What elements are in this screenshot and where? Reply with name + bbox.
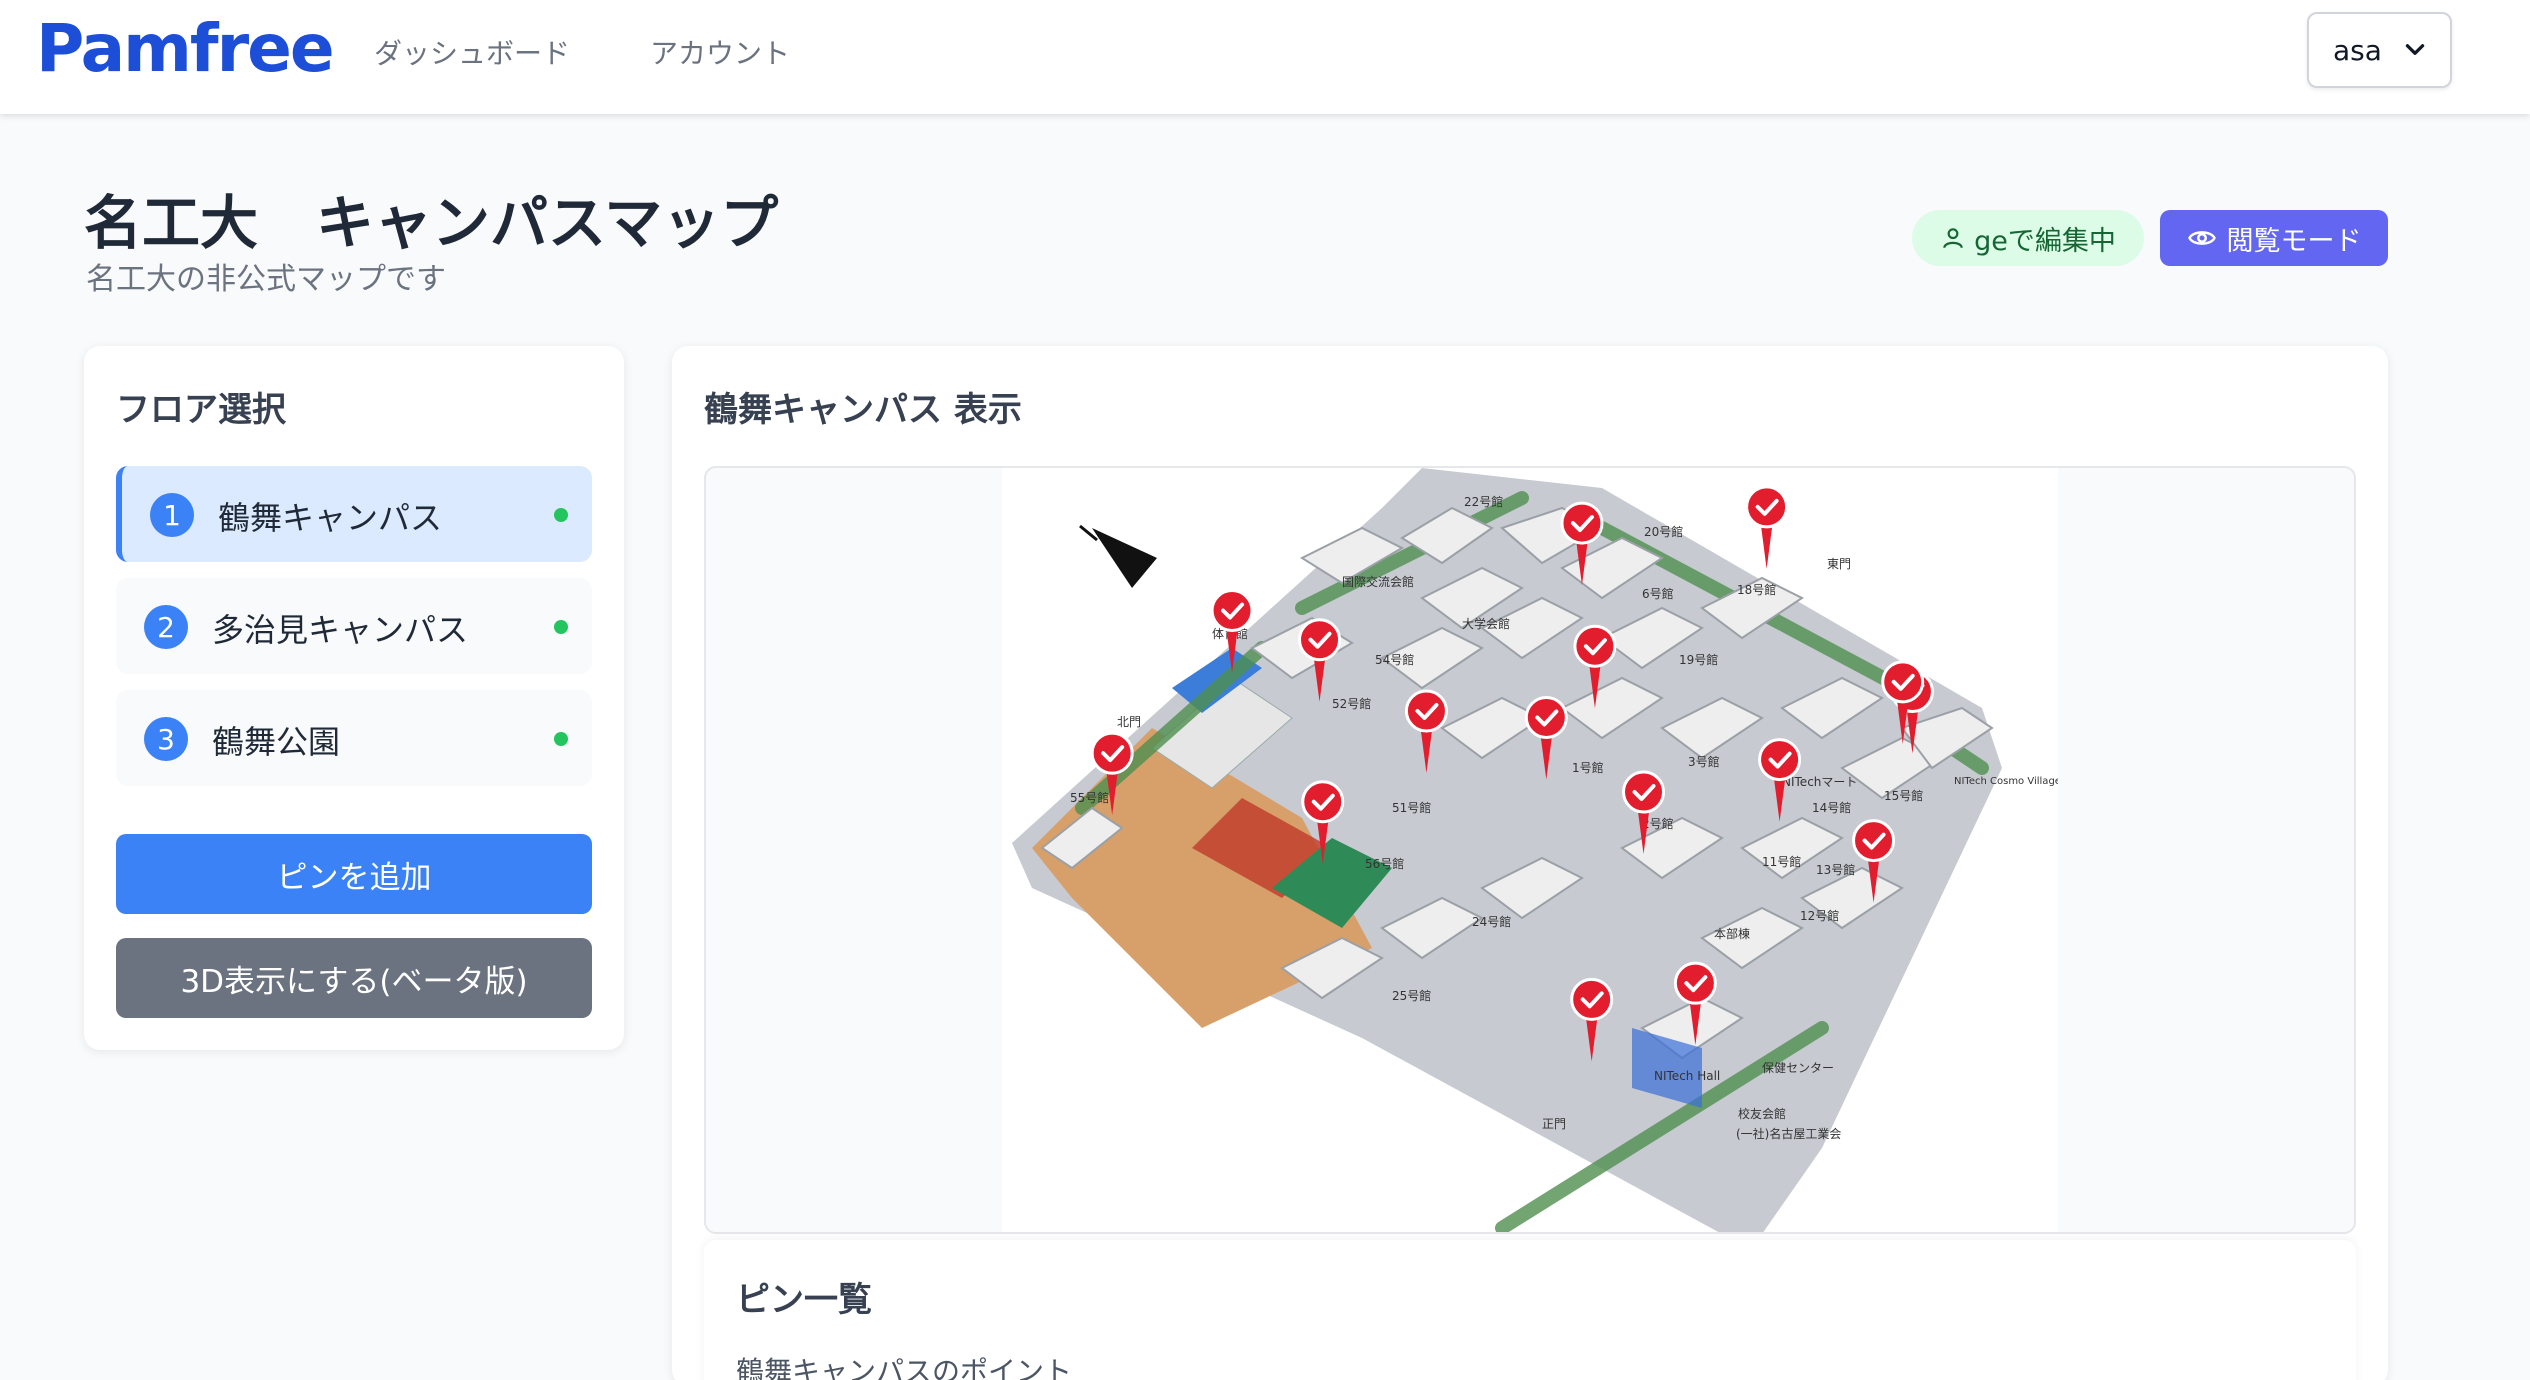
map-label: 12号館 (1800, 908, 1839, 923)
map-label: 18号館 (1737, 582, 1776, 597)
status-dot (554, 732, 568, 746)
view-mode-label: 閲覧モード (2226, 225, 2362, 257)
map-label: NITech Cosmo Village (1954, 776, 2058, 787)
floor-selection-title: フロア選択 (116, 390, 286, 430)
map-label: NITech Hall (1654, 1069, 1720, 1083)
map-pin[interactable] (1745, 485, 1789, 569)
map-label: 20号館 (1644, 524, 1683, 539)
editing-status-label: geで編集中 (1974, 225, 2116, 257)
status-dot (554, 620, 568, 634)
editing-status-badge: geで編集中 (1912, 210, 2144, 266)
pin-list-title: ピン一覧 (736, 1280, 872, 1320)
map-label: 14号館 (1812, 800, 1851, 815)
user-menu-dropdown[interactable]: asa (2307, 12, 2452, 88)
status-dot (554, 508, 568, 522)
map-label: (一社)名古屋工業会 (1736, 1126, 1841, 1141)
map-label: 22号館 (1464, 494, 1503, 509)
nav-account-link[interactable]: アカウント (650, 32, 790, 72)
floor-item-tajimi-campus[interactable]: 2 多治見キャンパス (116, 578, 592, 674)
map-label: 15号館 (1884, 788, 1923, 803)
map-label: 正門 (1542, 1117, 1566, 1131)
floor-item-label: 鶴舞キャンパス (218, 499, 443, 537)
user-icon (1943, 228, 1963, 249)
floor-item-tsurumai-park[interactable]: 3 鶴舞公園 (116, 690, 592, 786)
nav-dashboard-link[interactable]: ダッシュボード (374, 32, 570, 72)
map-title: 鶴舞キャンパス 表示 (704, 390, 1022, 430)
map-label: 国際交流会館 (1342, 574, 1414, 589)
map-label: 55号館 (1070, 790, 1109, 805)
map-label: 1号館 (1572, 760, 1604, 775)
page-subtitle: 名工大の非公式マップです (86, 262, 446, 297)
floor-item-tsurumai-campus[interactable]: 1 鶴舞キャンパス (116, 466, 592, 562)
chevron-down-icon (2405, 44, 2425, 55)
floor-number-badge: 2 (144, 605, 188, 649)
map-label: 52号館 (1332, 696, 1371, 711)
add-pin-button[interactable]: ピンを追加 (116, 834, 592, 914)
map-label: 本部棟 (1714, 926, 1750, 941)
floor-item-label: 多治見キャンパス (212, 611, 469, 649)
map-label: 19号館 (1679, 652, 1718, 667)
page-title: 名工大 キャンパスマップ (84, 189, 779, 257)
map-label: 6号館 (1642, 586, 1674, 601)
compass-north-icon (1079, 524, 1157, 588)
pin-list-panel: ピン一覧 鶴舞キャンパスのポイント (704, 1240, 2356, 1380)
campus-map-illustration[interactable]: 22号館 20号館 国際交流会館 大学会館 6号館 18号館 東門 54号館 1… (1002, 468, 2058, 1234)
toggle-3d-button[interactable]: 3D表示にする(ベータ版) (116, 938, 592, 1018)
map-label: 11号館 (1762, 854, 1801, 869)
map-label: 3号館 (1688, 754, 1720, 769)
app-logo[interactable]: Pamfree (36, 10, 335, 87)
map-viewport[interactable]: 22号館 20号館 国際交流会館 大学会館 6号館 18号館 東門 54号館 1… (704, 466, 2356, 1234)
map-label: 13号館 (1816, 862, 1855, 877)
map-label: 東門 (1827, 557, 1851, 571)
eye-icon (2187, 231, 2216, 245)
floor-number-badge: 1 (150, 493, 194, 537)
map-label: 北門 (1117, 715, 1141, 729)
map-label: 保健センター (1762, 1061, 1834, 1075)
user-name: asa (2333, 34, 2382, 67)
map-label: 大学会館 (1462, 616, 1510, 631)
map-label: NITechマート (1782, 775, 1857, 789)
floor-item-label: 鶴舞公園 (212, 723, 341, 761)
view-mode-button[interactable]: 閲覧モード (2160, 210, 2388, 266)
map-label: 51号館 (1392, 800, 1431, 815)
map-label: 24号館 (1472, 914, 1511, 929)
floor-number-badge: 3 (144, 717, 188, 761)
map-label: 25号館 (1392, 988, 1431, 1003)
pin-list-subtitle: 鶴舞キャンパスのポイント (736, 1355, 1073, 1380)
map-label: 校友会館 (1738, 1106, 1786, 1121)
map-label: 56号館 (1365, 856, 1404, 871)
map-label: 54号館 (1375, 652, 1414, 667)
